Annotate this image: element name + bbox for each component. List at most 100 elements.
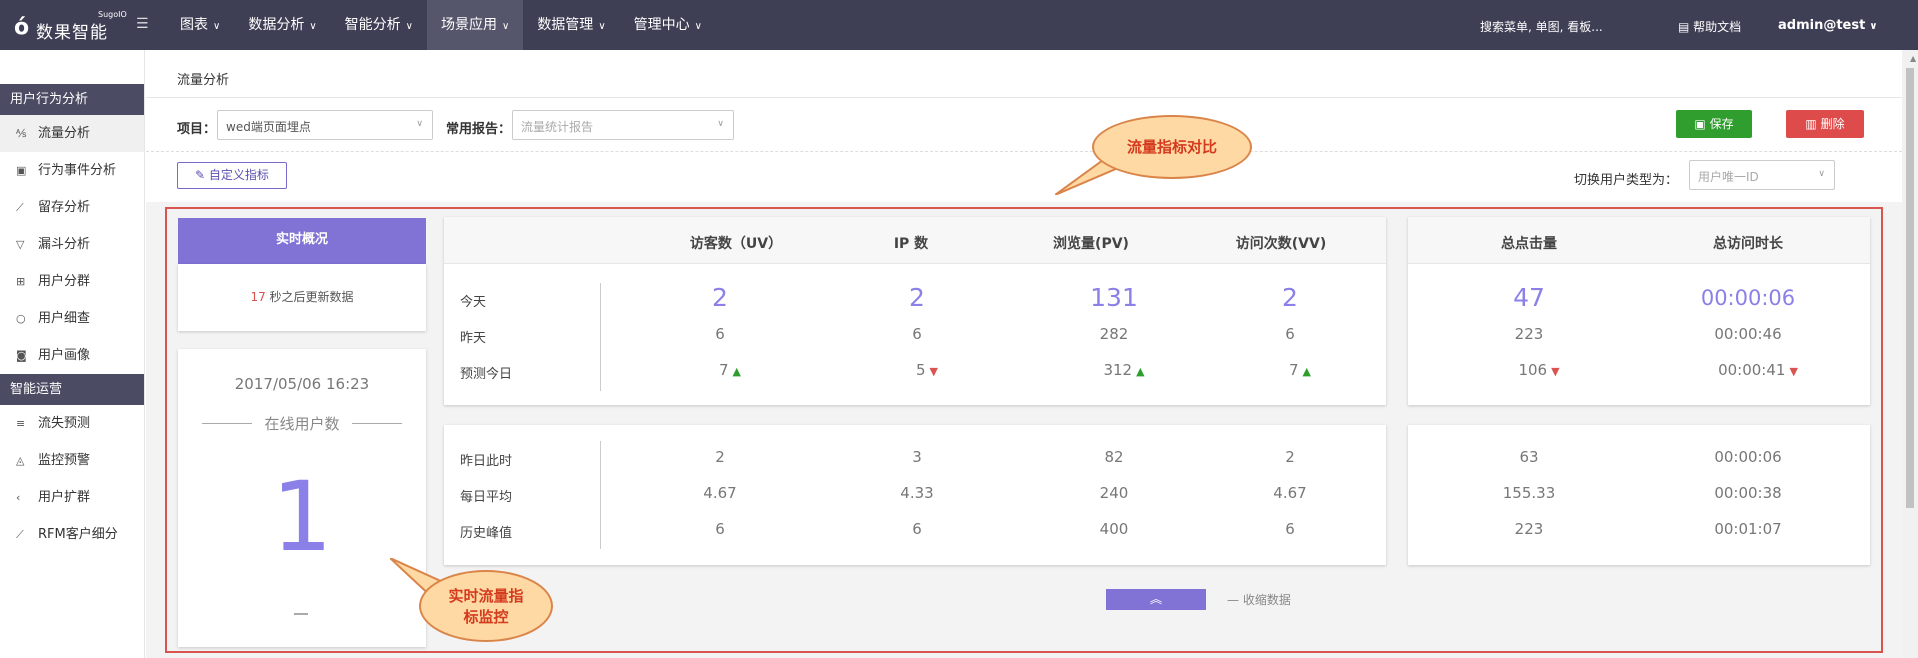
callout-text: 标监控 (463, 608, 509, 626)
logo-mark: ό (14, 15, 30, 40)
chevron-down-icon: ∨ (405, 21, 413, 32)
sidebar-section-title: 智能运营 (0, 374, 144, 405)
uv-yesterday-now: 2 (715, 448, 725, 466)
logo[interactable]: ό 数果智能 SugoIO (14, 10, 144, 43)
nav-item-scenarios[interactable]: 场景应用 ∨ (426, 0, 524, 50)
report-select[interactable]: 流量统计报告 ∨ (512, 110, 734, 140)
chevron-double-up-icon: ︽ (1149, 592, 1162, 606)
report-label: 常用报告： (446, 122, 512, 137)
custom-metric-label: 自定义指标 (208, 168, 269, 182)
nav-item-charts[interactable]: 图表 ∨ (166, 0, 234, 50)
sidebar-item-user-profile[interactable]: ◙ 用户画像 (0, 337, 144, 374)
sidebar-item-label: 行为事件分析 (38, 163, 117, 178)
event-icon: ▣ (16, 164, 27, 177)
help-label: 帮助文档 (1693, 20, 1742, 34)
arrow-up-icon: ▲ (1302, 365, 1311, 378)
sidebar-item-funnel[interactable]: ▽ 漏斗分析 (0, 226, 144, 263)
metrics-card-top-right: 总点击量 总访问时长 47 00:00:06 223 00:00:46 106 ▼… (1408, 217, 1870, 405)
metrics-header-row: 总点击量 总访问时长 (1408, 217, 1870, 264)
col-header-ip: IP 数 (893, 236, 929, 252)
clicks-yesterday: 223 (1514, 325, 1544, 343)
delete-button[interactable]: ▥ 删除 (1786, 110, 1864, 138)
page-title: 流量分析 (146, 50, 1902, 98)
forecast-value: 00:00:41 (1718, 361, 1786, 379)
metrics-card-bottom: 昨日此时 每日平均 历史峰值 2 3 82 2 4.67 4.33 240 4.… (444, 425, 1386, 565)
switch-user-type-label: 切换用户类型为： (1574, 173, 1679, 188)
sidebar-item-monitor-alert[interactable]: ◬ 监控预警 (0, 442, 144, 479)
ip-yesterday-now: 3 (912, 448, 922, 466)
uv-yesterday: 6 (715, 325, 725, 343)
countdown-text: 秒之后更新数据 (269, 290, 354, 304)
col-header-clicks: 总点击量 (1501, 236, 1557, 252)
funnel-icon: ▽ (16, 238, 25, 251)
sidebar-item-label: 用户分群 (38, 274, 91, 289)
menu-toggle-icon[interactable]: ☰ (136, 16, 149, 32)
chevron-down-icon: ∨ (717, 119, 724, 129)
sidebar-item-label: 漏斗分析 (38, 237, 91, 252)
user-type-select[interactable]: 用户唯一ID ∨ (1689, 160, 1835, 190)
callout-text: 实时流量指 (448, 587, 524, 605)
sidebar-item-retention[interactable]: ⟋ 留存分析 (0, 189, 144, 226)
page-scrollbar[interactable]: ▲ (1902, 50, 1918, 658)
save-label: 保存 (1709, 117, 1734, 131)
custom-metric-button[interactable]: ✎ 自定义指标 (177, 162, 287, 189)
sidebar-item-rfm[interactable]: ⟋ RFM客户细分 (0, 516, 144, 553)
clicks-yesterday-now: 63 (1519, 448, 1539, 466)
uv-peak: 6 (715, 520, 725, 538)
nav-item-data-management[interactable]: 数据管理 ∨ (523, 0, 619, 50)
vv-daily-avg: 4.67 (1273, 484, 1307, 502)
chevron-down-icon: ∨ (694, 21, 702, 32)
row-label-daily-avg: 每日平均 (460, 490, 513, 505)
sidebar-section-title: 用户行为分析 (0, 84, 144, 115)
arrow-down-icon: ▼ (1789, 365, 1798, 378)
global-search[interactable]: 搜索菜单, 单图, 看板... (1480, 18, 1603, 35)
pv-yesterday-now: 82 (1104, 448, 1124, 466)
sidebar-item-label: 留存分析 (38, 200, 91, 215)
row-label-today: 今天 (460, 295, 487, 310)
divider (600, 441, 601, 549)
pv-today: 131 (1090, 283, 1138, 312)
delete-label: 删除 (1820, 117, 1845, 131)
logo-sub: SugoIO (98, 10, 127, 19)
nav-item-admin-center[interactable]: 管理中心 ∨ (620, 0, 716, 50)
chart-icon: ⟋ (16, 528, 24, 541)
forecast-value: 7 (1288, 361, 1299, 379)
top-navbar: ό 数果智能 SugoIO ☰ 图表 ∨ 数据分析 ∨ 智能分析 ∨ 场景应用 ∨ 数据… (0, 0, 1918, 50)
nav-item-smart-analysis[interactable]: 智能分析 ∨ (331, 0, 427, 50)
sidebar-item-event-analysis[interactable]: ▣ 行为事件分析 (0, 152, 144, 189)
pv-daily-avg: 240 (1099, 484, 1129, 502)
sidebar-item-churn-prediction[interactable]: ≡ 流失预测 (0, 405, 144, 442)
nav-label: 数据分析 (248, 17, 305, 33)
ip-daily-avg: 4.33 (900, 484, 934, 502)
forecast-value: 312 (1103, 361, 1133, 379)
help-docs-link[interactable]: ▤ 帮助文档 (1678, 18, 1741, 35)
sidebar-item-traffic-analysis[interactable]: ⅍ 流量分析 (0, 115, 144, 152)
row-label-yesterday: 昨天 (460, 331, 487, 346)
collapse-label[interactable]: — 收缩数据 (1227, 591, 1291, 608)
sparkline-placeholder (294, 613, 308, 615)
collapse-button[interactable]: ︽ (1106, 589, 1206, 610)
countdown-seconds: 17 (250, 290, 266, 304)
scroll-up-icon[interactable]: ▲ (1910, 54, 1916, 63)
col-header-pv: 浏览量(PV) (1053, 236, 1129, 252)
sidebar-item-label: 用户画像 (38, 348, 91, 363)
uv-forecast: 7 ▲ (670, 361, 790, 379)
user-menu[interactable]: admin@test ∨ (1778, 18, 1877, 33)
group-icon: ⊞ (16, 275, 26, 288)
scroll-thumb[interactable] (1906, 68, 1914, 508)
project-select[interactable]: wed端页面埋点 ∨ (217, 110, 433, 140)
forecast-value: 106 (1518, 361, 1548, 379)
sidebar-item-user-group[interactable]: ⊞ 用户分群 (0, 263, 144, 300)
sidebar-item-user-expansion[interactable]: ‹ 用户扩群 (0, 479, 144, 516)
nav-item-data-analysis[interactable]: 数据分析 ∨ (234, 0, 330, 50)
list-icon: ≡ (16, 417, 26, 430)
save-button[interactable]: ▣ 保存 (1676, 110, 1752, 138)
sidebar-item-user-detail[interactable]: ○ 用户细查 (0, 300, 144, 337)
metrics-card-top: 访客数（UV） IP 数 浏览量(PV) 访问次数(VV) 今天 昨天 预测今日… (444, 217, 1386, 405)
realtime-countdown: 17 秒之后更新数据 (178, 264, 426, 331)
camera-icon: ◙ (16, 349, 27, 362)
clicks-daily-avg: 155.33 (1502, 484, 1556, 502)
nav-label: 场景应用 (440, 17, 497, 33)
arrow-down-icon: ▼ (929, 365, 938, 378)
share-icon: ‹ (16, 491, 21, 504)
